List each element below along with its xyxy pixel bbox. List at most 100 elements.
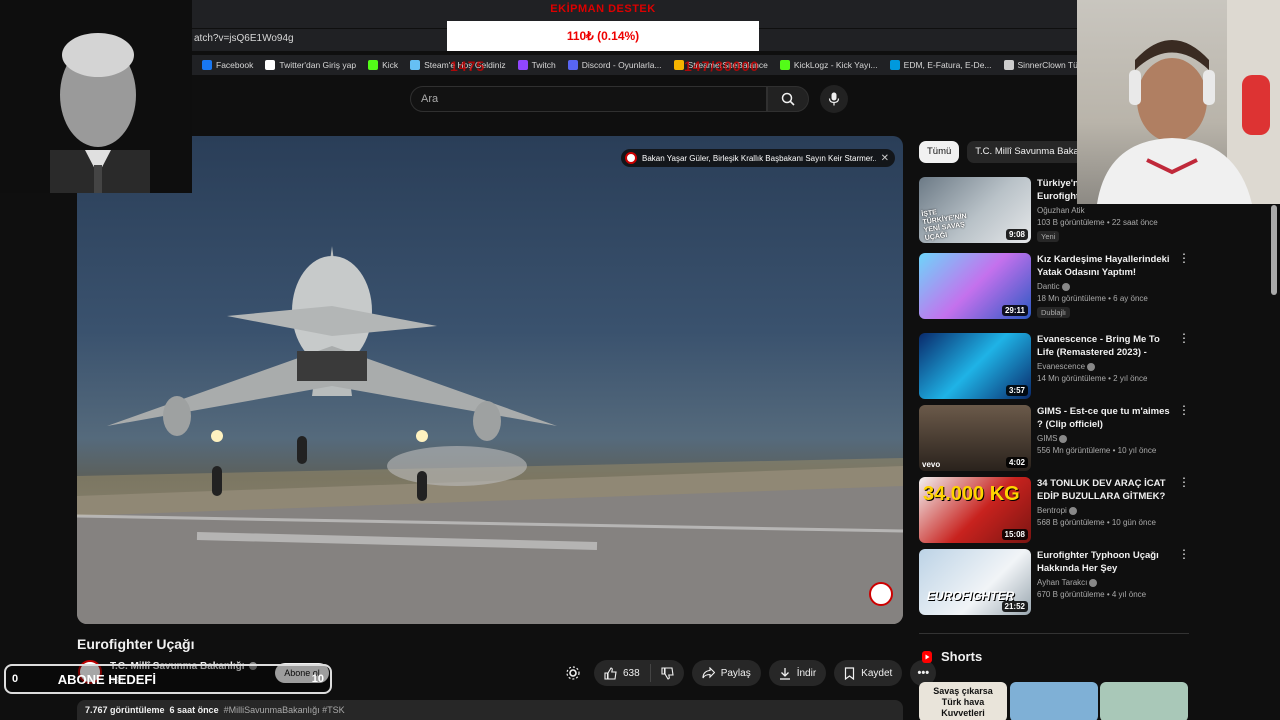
more-vert-icon[interactable]: ⋮ [1178,332,1190,344]
video-duration: 15:08 [1001,529,1028,540]
search-button[interactable] [767,86,809,112]
goal-target: 10 [311,673,324,685]
more-icon: ••• [917,667,930,679]
chip-all[interactable]: Tümü [919,141,960,163]
channel-name[interactable]: Ayhan Tarakcı [1037,578,1098,587]
search-input[interactable]: Ara [410,86,767,112]
video-title[interactable]: Eurofighter Typhoon Uçağı Hakkında Her Ş… [1037,549,1175,575]
verified-icon [1087,362,1096,371]
video-thumbnail[interactable]: 34.000 KG 15:08 [919,477,1031,543]
short-card[interactable]: Savaş çıkarsa Türk hava Kuvvetleri [919,682,1007,720]
verified-icon [1061,282,1070,291]
like-count: 638 [623,667,640,679]
voice-search-button[interactable] [820,85,848,113]
short-card[interactable] [1010,682,1098,720]
video-meta: 18 Mn görüntüleme • 6 ay önce [1037,294,1148,303]
video-duration: 4:02 [1005,457,1028,468]
shorts-label: Shorts [941,649,983,664]
more-vert-icon[interactable]: ⋮ [1178,252,1190,264]
recommended-video[interactable]: vevo 4:02 GIMS - Est-ce que tu m'aimes ? (… [919,404,1190,471]
bookmark-label: EDM, E-Fatura, E-De... [903,60,992,70]
close-icon[interactable]: ✕ [881,153,889,164]
bookmark-item[interactable]: KickLogz - Kick Yayı... [779,60,878,70]
bookmark-favicon-icon [673,60,684,70]
video-title: Eurofighter Uçağı [77,636,195,652]
goal-label: ABONE HEDEFİ [57,671,156,687]
share-icon [702,667,715,679]
download-label: İndir [796,667,817,679]
video-player[interactable] [77,136,903,624]
search-icon [781,92,795,106]
video-title[interactable]: Kız Kardeşime Hayallerindeki Yatak Odası… [1037,253,1175,279]
recommended-video[interactable]: EUROFIGHTER 21:52 Eurofighter Typhoon Uçağ… [919,548,1190,615]
video-actions: 638 Paylaş İndir Kaydet ••• [560,660,937,686]
bookmark-item[interactable]: Kick [368,60,398,70]
verified-icon [1068,506,1077,515]
view-count: 7.767 görüntüleme [85,705,165,715]
video-title[interactable]: GIMS - Est-ce que tu m'aimes ? (Clip off… [1037,405,1175,431]
more-vert-icon[interactable]: ⋮ [1178,548,1190,560]
share-label: Paylaş [720,667,751,679]
description-box[interactable]: 7.767 görüntüleme 6 saat önce #MilliSavu… [77,700,903,720]
bookmark-label: SinnerClown Türkçe... [1017,60,1077,70]
dislike-button[interactable] [651,666,684,680]
channel-name[interactable]: Bentropi [1037,506,1077,515]
more-vert-icon[interactable]: ⋮ [1178,476,1190,488]
share-button[interactable]: Paylaş [691,660,761,686]
video-duration: 21:52 [1001,601,1028,612]
channel-name[interactable]: GIMS [1037,434,1068,443]
notification-text: Bakan Yaşar Güler, Birleşik Krallık Başb… [642,153,876,163]
bookmark-item[interactable]: SinnerClown Türkçe... [1003,60,1077,70]
recommended-video[interactable]: 29:11 Kız Kardeşime Hayallerindeki Yatak … [919,252,1190,319]
video-thumbnail[interactable]: İŞTE TÜRKİYE'NİN YENİ SAVAŞ UÇAĞI 9:08 [919,177,1031,243]
bookmark-item[interactable]: EDM, E-Fatura, E-De... [889,60,992,70]
video-thumbnail[interactable]: 3:57 [919,333,1031,399]
bookmark-item[interactable]: Facebook [202,60,253,70]
thumb-caption: 34.000 KG [923,483,1020,505]
short-title: Savaş çıkarsa Türk hava Kuvvetleri [933,686,993,718]
bookmark-label: Twitch [531,60,556,70]
bookmark-item[interactable]: Twitch [517,60,556,70]
save-button[interactable]: Kaydet [834,660,903,686]
channel-watermark[interactable] [869,582,893,606]
hashtags[interactable]: #MilliSavunmaBakanlığı #TSK [224,705,345,715]
verified-icon [1089,578,1098,587]
like-button[interactable]: 638 [594,664,651,682]
video-notification[interactable]: Bakan Yaşar Güler, Birleşik Krallık Başb… [621,149,895,167]
video-badge: Yeni [1037,231,1060,242]
recommended-video[interactable]: 3:57 Evanescence - Bring Me To Life (Rema… [919,332,1190,399]
bookmark-icon [845,666,855,680]
scrollbar[interactable] [1271,205,1277,295]
bookmark-favicon-icon [368,60,379,70]
video-thumbnail[interactable]: 29:11 [919,253,1031,319]
thumbs-down-icon [661,666,674,680]
clip-button[interactable] [560,660,586,686]
download-button[interactable]: İndir [768,660,827,686]
video-thumbnail[interactable]: vevo 4:02 [919,405,1031,471]
bookmark-label: Discord - Oyunlarla... [581,60,662,70]
donation-title: EKİPMAN DESTEK [550,3,656,15]
video-duration: 29:11 [1001,305,1028,316]
bookmark-item[interactable]: Discord - Oyunlarla... [567,60,662,70]
bookmark-favicon-icon [1003,60,1014,70]
video-title[interactable]: Evanescence - Bring Me To Life (Remaster… [1037,333,1175,359]
bookmark-item[interactable]: Twitter'dan Giriş yap [265,60,356,70]
video-badge: Dublajlı [1037,307,1071,318]
video-title[interactable]: 34 TONLUK DEV ARAÇ İCAT EDİP BUZULLARA G… [1037,477,1175,503]
recommended-video[interactable]: 34.000 KG 15:08 34 TONLUK DEV ARAÇ İCAT ED… [919,476,1190,543]
channel-name[interactable]: Evanescence [1037,362,1096,371]
portrait-image [0,0,192,193]
bookmarks-bar: Facebook Twitter'dan Giriş yap Kick Steam'e… [190,55,1077,75]
bookmark-label: Facebook [216,60,254,70]
more-vert-icon[interactable]: ⋮ [1178,404,1190,416]
video-meta: 556 Mn görüntüleme • 10 yıl önce [1037,446,1157,455]
video-meta: 14 Mn görüntüleme • 2 yıl önce [1037,374,1148,383]
channel-name[interactable]: Oğuzhan Atik [1037,206,1085,215]
video-thumbnail[interactable]: EUROFIGHTER 21:52 [919,549,1031,615]
url-text: atch?v=jsQ6E1Wo94g [194,33,294,44]
donation-overlay-right: 147/30000 [684,58,760,74]
upload-age: 6 saat önce [169,705,219,715]
channel-name[interactable]: Dantic [1037,282,1070,291]
short-card[interactable] [1100,682,1188,720]
mic-icon [828,92,840,106]
